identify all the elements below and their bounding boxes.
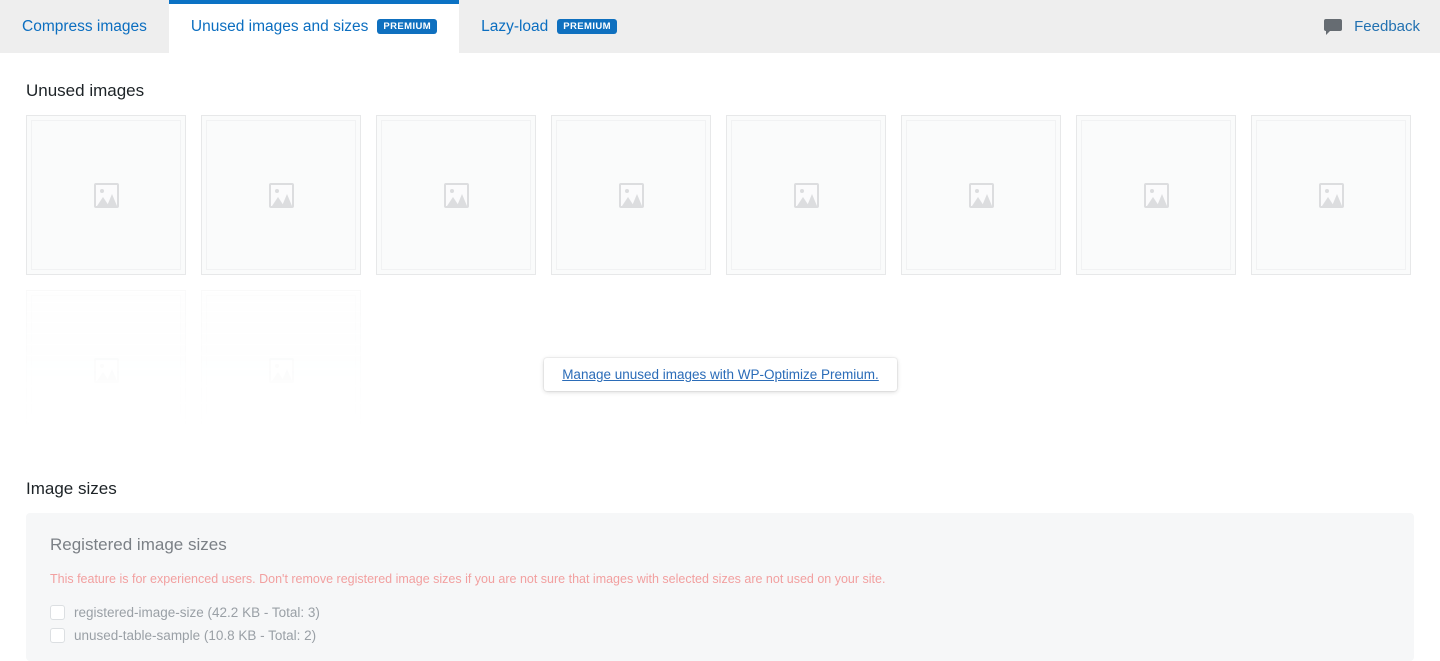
image-placeholder-icon [93, 182, 119, 208]
tab-unused-images-and-sizes[interactable]: Unused images and sizes PREMIUM [168, 0, 460, 53]
feedback-label: Feedback [1354, 18, 1420, 35]
unused-image-tile[interactable] [551, 115, 711, 275]
image-placeholder-icon [968, 182, 994, 208]
feedback-button[interactable]: Feedback [1324, 0, 1420, 53]
unused-image-tile[interactable] [26, 115, 186, 275]
unused-images-heading: Unused images [26, 81, 145, 100]
tab-lazy-load[interactable]: Lazy-load PREMIUM [459, 0, 639, 53]
registered-image-size-checkbox[interactable] [50, 604, 65, 620]
page-content: Unused images Manage unused images with … [0, 81, 1440, 661]
tab-unused-images-and-sizes-label: Unused images and sizes [190, 17, 369, 35]
unused-image-tile[interactable] [201, 115, 361, 275]
unused-image-tile[interactable] [201, 290, 361, 450]
tab-lazy-load-label: Lazy-load [481, 17, 549, 35]
unused-image-tile[interactable] [1251, 115, 1411, 275]
image-placeholder-icon [268, 182, 294, 208]
registered-image-size-label: unused-table-sample (10.8 KB - Total: 2) [74, 627, 317, 643]
image-sizes-heading: Image sizes [26, 479, 117, 498]
unused-images-grid-wrap [26, 115, 1414, 455]
registered-image-size-label: registered-image-size (42.2 KB - Total: … [74, 604, 320, 620]
registered-image-sizes-title: Registered image sizes [50, 535, 227, 554]
unused-image-tile[interactable] [376, 115, 536, 275]
image-placeholder-icon [93, 357, 119, 383]
registered-image-size-row[interactable]: registered-image-size (42.2 KB - Total: … [50, 604, 1390, 620]
registered-image-sizes-panel: Registered image sizes This feature is f… [26, 513, 1414, 661]
unused-images-grid [26, 115, 1414, 275]
speech-bubble-icon [1324, 19, 1343, 35]
registered-image-size-row[interactable]: unused-table-sample (10.8 KB - Total: 2) [50, 627, 1390, 643]
tab-bar: Compress images Unused images and sizes … [0, 0, 1440, 53]
image-placeholder-icon [618, 182, 644, 208]
premium-badge: PREMIUM [377, 18, 438, 35]
premium-upsell-link[interactable]: Manage unused images with WP-Optimize Pr… [562, 367, 879, 382]
image-placeholder-icon [793, 182, 819, 208]
image-placeholder-icon [1318, 182, 1344, 208]
registered-image-sizes-warning: This feature is for experienced users. D… [50, 572, 886, 586]
unused-image-tile[interactable] [1076, 115, 1236, 275]
tab-list: Compress images Unused images and sizes … [0, 0, 639, 53]
unused-image-tile[interactable] [901, 115, 1061, 275]
registered-image-size-checkbox[interactable] [50, 627, 65, 643]
premium-badge: PREMIUM [557, 18, 617, 35]
tab-compress-images[interactable]: Compress images [0, 0, 169, 53]
image-placeholder-icon [443, 182, 469, 208]
unused-image-tile[interactable] [26, 290, 186, 450]
unused-image-tile[interactable] [726, 115, 886, 275]
tab-compress-images-label: Compress images [22, 17, 147, 35]
image-placeholder-icon [268, 357, 294, 383]
premium-upsell-popup: Manage unused images with WP-Optimize Pr… [544, 358, 897, 391]
registered-image-sizes-list: registered-image-size (42.2 KB - Total: … [50, 604, 1390, 643]
image-placeholder-icon [1143, 182, 1169, 208]
